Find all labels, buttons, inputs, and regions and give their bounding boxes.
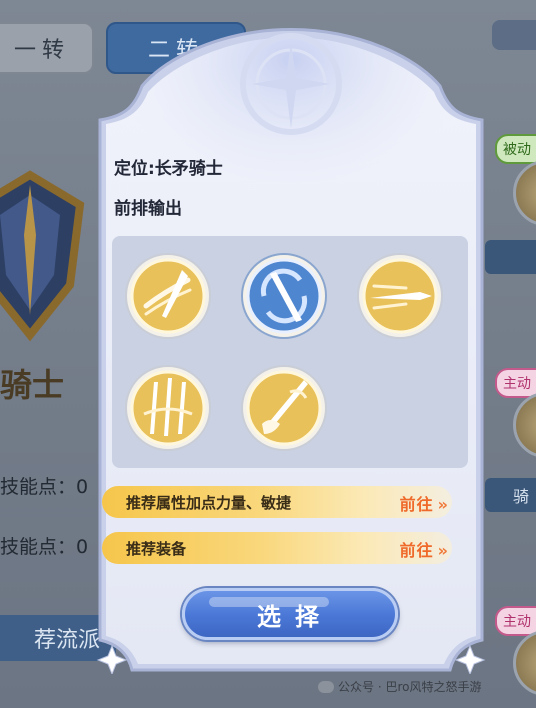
class-crest-icon: [0, 170, 85, 342]
recommend-equipment-label: 推荐装备: [126, 540, 187, 558]
passive-tag: 被动: [495, 134, 536, 164]
skill-points-label: 技能点：0: [0, 536, 89, 558]
side-skill-orb[interactable]: [513, 392, 536, 458]
spear-sweep-skill-icon[interactable]: [124, 252, 212, 340]
spear-grip-skill-icon[interactable]: [240, 364, 328, 452]
skill-panel: [112, 236, 468, 468]
select-button[interactable]: 选择: [182, 588, 398, 640]
side-button[interactable]: [485, 240, 536, 274]
class-position-text: 前排输出: [114, 199, 182, 219]
spear-whirl-skill-icon[interactable]: [240, 252, 328, 340]
skill-points-label: 技能点：0: [0, 476, 89, 498]
goto-attributes-link[interactable]: 前往»: [400, 491, 449, 515]
class-role-text: 定位:长矛骑士: [114, 159, 223, 179]
wechat-icon: [318, 680, 334, 693]
double-chevron-icon: »: [437, 541, 449, 560]
double-chevron-icon: »: [437, 495, 449, 514]
goto-equipment-link[interactable]: 前往»: [400, 537, 449, 561]
watermark-text: 公众号 · 巴ro风特之怒手游: [338, 680, 482, 694]
side-skill-orb[interactable]: [513, 630, 536, 696]
recommend-attributes-row[interactable]: 推荐属性加点力量、敏捷 前往»: [102, 486, 452, 518]
triple-spear-skill-icon[interactable]: [124, 364, 212, 452]
spear-thrust-skill-icon[interactable]: [356, 252, 444, 340]
side-button[interactable]: 骑: [485, 478, 536, 512]
active-tag: 主动: [495, 606, 536, 636]
top-right-chip: [492, 20, 536, 50]
recommend-attributes-label: 推荐属性加点力量、敏捷: [126, 494, 292, 512]
side-skill-orb[interactable]: [513, 160, 536, 226]
active-tag: 主动: [495, 368, 536, 398]
tab-first-job[interactable]: 一转: [0, 22, 94, 74]
recommend-equipment-row[interactable]: 推荐装备 前往»: [102, 532, 452, 564]
class-name-fragment: 骑士: [0, 366, 65, 404]
watermark: 公众号 · 巴ro风特之怒手游: [318, 678, 481, 695]
class-info-dialog: 定位:长矛骑士 前排输出 推荐属性加点力量、敏捷 前往 » 推荐装备 前往 » …: [94, 20, 488, 674]
